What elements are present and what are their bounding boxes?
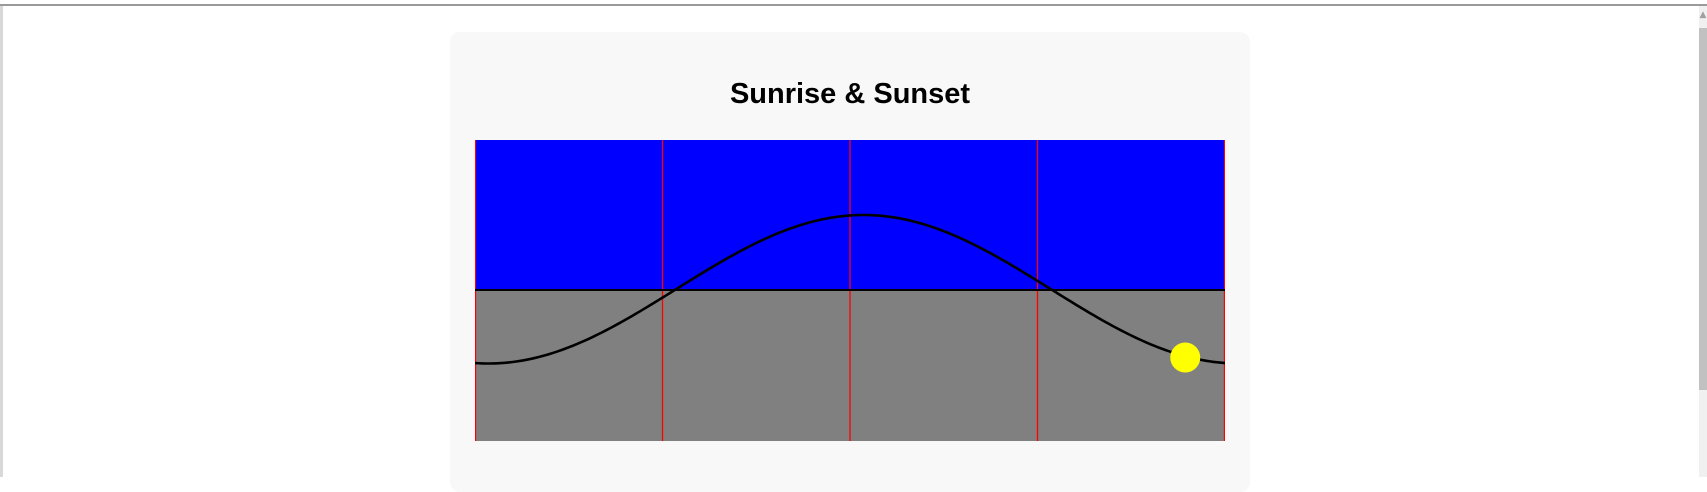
window-left-edge bbox=[0, 6, 3, 477]
sun-path-chart bbox=[475, 140, 1225, 441]
sunrise-sunset-card: Sunrise & Sunset bbox=[450, 32, 1250, 492]
scroll-up-arrow-icon[interactable]: ▲ bbox=[1699, 8, 1707, 22]
vertical-scrollbar[interactable]: ▲ bbox=[1699, 6, 1707, 477]
sun-icon bbox=[1170, 342, 1201, 373]
scrollbar-thumb[interactable] bbox=[1699, 28, 1707, 390]
page-title: Sunrise & Sunset bbox=[729, 78, 971, 110]
window-top-border bbox=[0, 0, 1707, 6]
